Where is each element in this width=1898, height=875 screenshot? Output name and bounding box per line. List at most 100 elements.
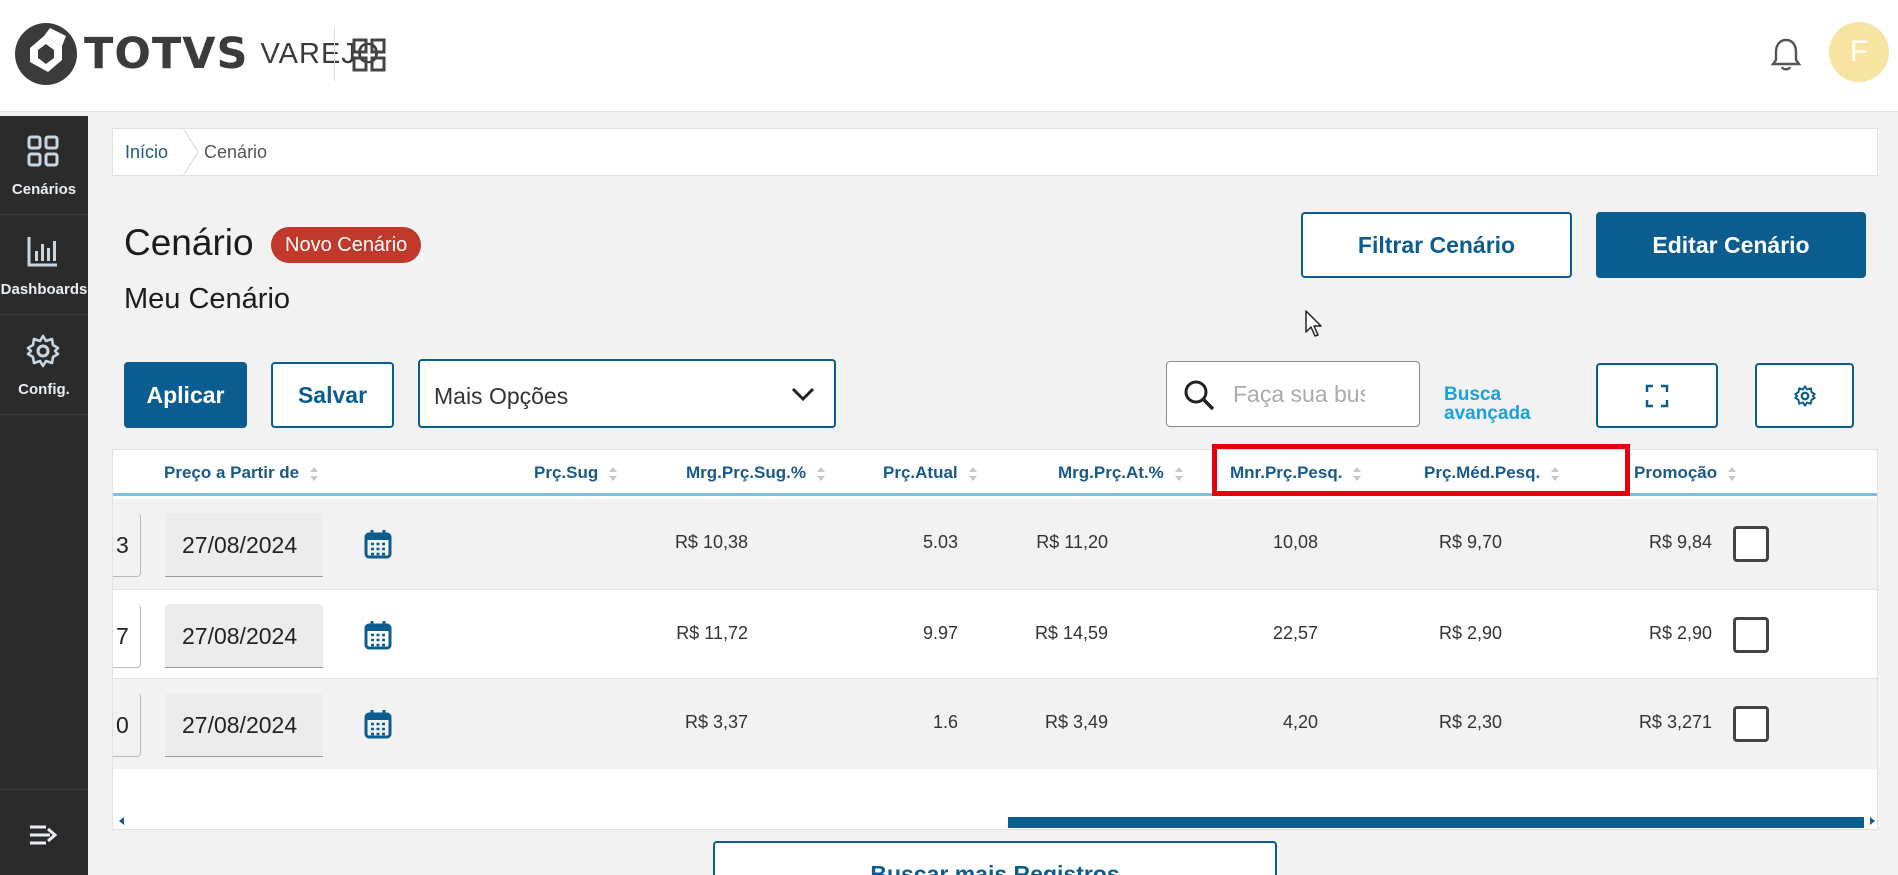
truncated-cell[interactable]: 3 xyxy=(113,513,141,577)
truncated-cell[interactable]: 7 xyxy=(113,604,141,668)
date-input[interactable]: 27/08/2024 xyxy=(165,693,323,757)
apply-button[interactable]: Aplicar xyxy=(124,362,247,428)
cell-mnr-prc-pesq: R$ 2,30 xyxy=(1438,712,1502,732)
cell-mrg-prc-at: 22,57 xyxy=(1272,623,1318,643)
pricing-table: Preço a Partir de Prç.Sug Mrg.Prç.Sug.% … xyxy=(112,449,1878,830)
page-title: Cenário xyxy=(124,222,254,263)
mouse-cursor-icon xyxy=(1305,310,1322,337)
brand-name: TOTVS xyxy=(84,29,249,79)
cell-prc-sug: R$ 3,37 xyxy=(684,712,748,732)
sort-icon xyxy=(310,466,319,481)
table-settings-button[interactable] xyxy=(1755,363,1854,428)
sort-icon xyxy=(968,466,977,481)
sort-icon xyxy=(816,466,825,481)
column-header-label: Mrg.Prç.At.% xyxy=(1058,463,1164,482)
sidebar-item-dashboards[interactable]: Dashboards xyxy=(0,216,88,315)
breadcrumb-current: Cenário xyxy=(204,141,268,162)
notification-bell-icon[interactable] xyxy=(1768,36,1804,72)
top-header: TOTVS VAREJO F xyxy=(0,0,1898,112)
totvs-logo-icon xyxy=(15,23,77,85)
table-row: 3 27/08/2024 R$ 10,38 5.03 R$ 11,20 10,0… xyxy=(113,499,1877,589)
sort-icon xyxy=(1728,466,1737,481)
edit-scenario-button[interactable]: Editar Cenário xyxy=(1596,212,1866,278)
scroll-left-arrow-icon[interactable] xyxy=(119,817,125,825)
sidebar-item-config[interactable]: Config. xyxy=(0,316,88,415)
column-header-label: Prç.Sug xyxy=(534,463,599,482)
cell-mnr-prc-pesq: R$ 2,90 xyxy=(1438,623,1502,643)
search-box xyxy=(1166,361,1420,427)
save-button[interactable]: Salvar xyxy=(271,362,394,428)
sort-icon xyxy=(609,466,618,481)
date-input[interactable]: 27/08/2024 xyxy=(165,513,323,577)
fullscreen-icon xyxy=(1645,384,1669,407)
horizontal-scrollbar[interactable] xyxy=(113,812,1877,829)
breadcrumb-separator-icon xyxy=(182,128,199,176)
cell-prc-atual: R$ 14,59 xyxy=(1034,623,1108,643)
more-options-select[interactable]: Mais Opções xyxy=(418,359,836,428)
search-icon xyxy=(1184,380,1215,411)
header-divider xyxy=(334,27,335,81)
calendar-icon[interactable] xyxy=(364,620,392,650)
column-header-mrg-prc-at[interactable]: Mrg.Prç.At.% xyxy=(1058,463,1184,483)
cell-mrg-prc-at: 10,08 xyxy=(1272,532,1318,552)
table-row: 7 27/08/2024 R$ 11,72 9.97 R$ 14,59 22,5… xyxy=(113,589,1877,679)
cell-mrg-prc-sug: 9.97 xyxy=(922,623,958,643)
advanced-search-label-line2: avançada xyxy=(1444,403,1531,424)
date-input[interactable]: 27/08/2024 xyxy=(165,604,323,668)
promotion-checkbox[interactable] xyxy=(1733,526,1769,562)
truncated-cell[interactable]: 0 xyxy=(113,693,141,757)
chevron-down-icon xyxy=(791,387,815,402)
cell-mrg-prc-sug: 1.6 xyxy=(932,712,958,732)
column-header-label: Prç.Atual xyxy=(883,463,958,482)
advanced-search-label-line1: Busca xyxy=(1444,384,1502,405)
cell-prc-sug: R$ 11,72 xyxy=(676,623,748,643)
more-options-value: Mais Opções xyxy=(434,383,569,409)
gear-icon xyxy=(1793,384,1816,407)
sort-icon xyxy=(1174,466,1183,481)
status-badge: Novo Cenário xyxy=(271,227,422,263)
grid-icon xyxy=(27,135,59,167)
table-row: 0 27/08/2024 R$ 3,37 1.6 R$ 3,49 4,20 R$… xyxy=(113,679,1877,769)
breadcrumb-home-link[interactable]: Início xyxy=(125,142,168,163)
advanced-search-link[interactable]: Busca avançada xyxy=(1444,385,1554,423)
cell-mrg-prc-sug: 5.03 xyxy=(922,532,958,552)
bar-chart-icon xyxy=(27,237,57,267)
cell-prc-med-pesq: R$ 2,90 xyxy=(1648,623,1712,643)
cell-mnr-prc-pesq: R$ 9,70 xyxy=(1438,532,1502,552)
scroll-right-arrow-icon[interactable] xyxy=(1869,817,1875,825)
cell-prc-med-pesq: R$ 3,271 xyxy=(1638,712,1712,732)
sidebar-item-cenarios[interactable]: Cenários xyxy=(0,116,88,215)
column-header-mrg-prc-sug[interactable]: Mrg.Prç.Sug.% xyxy=(686,463,826,483)
search-input[interactable] xyxy=(1233,378,1365,410)
cell-prc-sug: R$ 10,38 xyxy=(674,532,748,552)
column-header-prc-atual[interactable]: Prç.Atual xyxy=(883,463,978,483)
sidebar-divider xyxy=(0,789,88,790)
column-header-prc-sug[interactable]: Prç.Sug xyxy=(534,463,618,483)
cell-prc-atual: R$ 11,20 xyxy=(1036,532,1108,552)
highlight-box xyxy=(1212,444,1630,496)
calendar-icon[interactable] xyxy=(364,709,392,739)
scenario-name: Meu Cenário xyxy=(124,283,291,315)
sidebar: Cenários Dashboards Config. xyxy=(0,116,88,875)
sidebar-item-label: Dashboards xyxy=(0,281,88,298)
user-avatar[interactable]: F xyxy=(1829,22,1889,82)
column-header-label: Preço a Partir de xyxy=(164,463,300,482)
cell-prc-med-pesq: R$ 9,84 xyxy=(1648,532,1712,552)
sidebar-item-label: Cenários xyxy=(11,181,77,198)
cell-prc-atual: R$ 3,49 xyxy=(1044,712,1108,732)
calendar-icon[interactable] xyxy=(364,529,392,559)
apps-grid-icon[interactable] xyxy=(352,38,386,72)
filter-scenario-button[interactable]: Filtrar Cenário xyxy=(1301,212,1572,278)
column-header-label: Promoção xyxy=(1634,463,1718,482)
breadcrumb: Início Cenário xyxy=(112,128,1878,176)
column-header-preco-a-partir[interactable]: Preço a Partir de xyxy=(164,463,319,483)
promotion-checkbox[interactable] xyxy=(1733,706,1769,742)
collapse-menu-icon[interactable] xyxy=(28,823,58,847)
promotion-checkbox[interactable] xyxy=(1733,617,1769,653)
scrollbar-thumb[interactable] xyxy=(1008,817,1864,828)
fullscreen-button[interactable] xyxy=(1596,363,1718,428)
cell-mrg-prc-at: 4,20 xyxy=(1282,712,1318,732)
load-more-button[interactable]: Buscar mais Registros xyxy=(713,841,1277,875)
column-header-promocao[interactable]: Promoção xyxy=(1634,463,1737,483)
totvs-logo[interactable]: TOTVS VAREJO xyxy=(14,22,380,86)
